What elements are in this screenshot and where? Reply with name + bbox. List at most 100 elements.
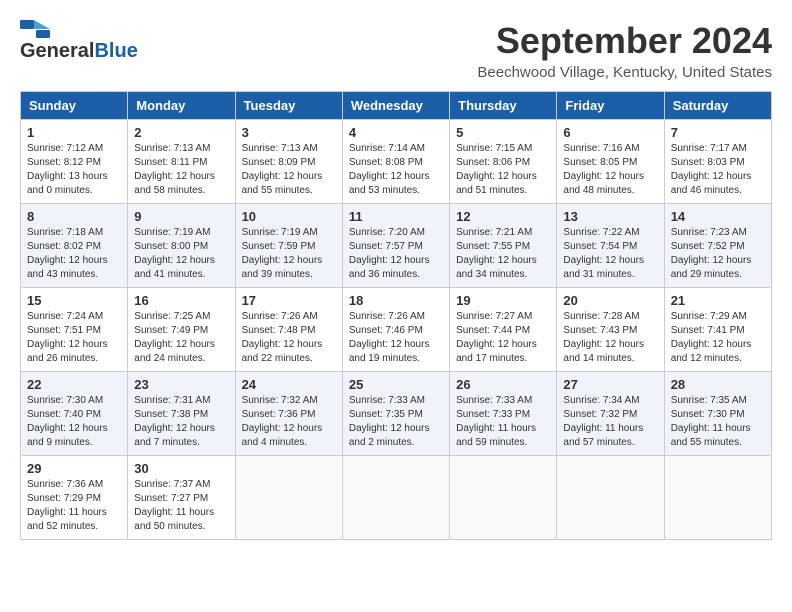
day-info: Sunrise: 7:33 AM Sunset: 7:35 PM Dayligh… xyxy=(349,394,443,450)
calendar-cell: 5 Sunrise: 7:15 AM Sunset: 8:06 PM Daylig… xyxy=(450,120,557,204)
calendar-cell: 23Sunrise: 7:31 AM Sunset: 7:38 PM Dayli… xyxy=(128,372,235,456)
week-row-5: 29Sunrise: 7:36 AM Sunset: 7:29 PM Dayli… xyxy=(21,456,772,540)
calendar-cell: 22 Sunrise: 7:30 AM Sunset: 7:40 PM Dayli… xyxy=(21,372,128,456)
location: Beechwood Village, Kentucky, United Stat… xyxy=(477,64,772,81)
week-row-4: 22 Sunrise: 7:30 AM Sunset: 7:40 PM Dayli… xyxy=(21,372,772,456)
calendar-cell: 12 Sunrise: 7:21 AM Sunset: 7:55 PM Dayli… xyxy=(450,204,557,288)
weekday-header-wednesday: Wednesday xyxy=(342,92,449,120)
calendar-cell: 8 Sunrise: 7:18 AM Sunset: 8:02 PM Daylig… xyxy=(21,204,128,288)
day-number: 11 xyxy=(349,209,443,224)
day-number: 18 xyxy=(349,293,443,308)
day-info: Sunrise: 7:13 AM Sunset: 8:09 PM Dayligh… xyxy=(242,142,336,198)
day-number: 12 xyxy=(456,209,550,224)
day-number: 26 xyxy=(456,377,550,392)
calendar-cell: 15 Sunrise: 7:24 AM Sunset: 7:51 PM Dayli… xyxy=(21,288,128,372)
day-info: Sunrise: 7:26 AM Sunset: 7:46 PM Dayligh… xyxy=(349,310,443,366)
calendar-cell: 24Sunrise: 7:32 AM Sunset: 7:36 PM Dayli… xyxy=(235,372,342,456)
day-info: Sunrise: 7:28 AM Sunset: 7:43 PM Dayligh… xyxy=(563,310,657,366)
day-number: 23 xyxy=(134,377,228,392)
day-info: Sunrise: 7:13 AM Sunset: 8:11 PM Dayligh… xyxy=(134,142,228,198)
day-info: Sunrise: 7:18 AM Sunset: 8:02 PM Dayligh… xyxy=(27,226,121,282)
day-number: 19 xyxy=(456,293,550,308)
calendar-cell: 17 Sunrise: 7:26 AM Sunset: 7:48 PM Dayli… xyxy=(235,288,342,372)
weekday-header-saturday: Saturday xyxy=(664,92,771,120)
day-number: 10 xyxy=(242,209,336,224)
calendar-cell: 27 Sunrise: 7:34 AM Sunset: 7:32 PM Dayli… xyxy=(557,372,664,456)
week-row-2: 8 Sunrise: 7:18 AM Sunset: 8:02 PM Daylig… xyxy=(21,204,772,288)
title-section: September 2024 Beechwood Village, Kentuc… xyxy=(477,20,772,81)
logo-icon xyxy=(20,20,50,38)
day-number: 15 xyxy=(27,293,121,308)
day-number: 30 xyxy=(134,461,228,476)
day-number: 22 xyxy=(27,377,121,392)
day-number: 25 xyxy=(349,377,443,392)
calendar-cell: 10 Sunrise: 7:19 AM Sunset: 7:59 PM Dayli… xyxy=(235,204,342,288)
calendar-cell: 29Sunrise: 7:36 AM Sunset: 7:29 PM Dayli… xyxy=(21,456,128,540)
day-info: Sunrise: 7:35 AM Sunset: 7:30 PM Dayligh… xyxy=(671,394,765,450)
day-info: Sunrise: 7:14 AM Sunset: 8:08 PM Dayligh… xyxy=(349,142,443,198)
calendar-cell: 16 Sunrise: 7:25 AM Sunset: 7:49 PM Dayli… xyxy=(128,288,235,372)
weekday-header-monday: Monday xyxy=(128,92,235,120)
day-info: Sunrise: 7:15 AM Sunset: 8:06 PM Dayligh… xyxy=(456,142,550,198)
day-number: 3 xyxy=(242,125,336,140)
day-info: Sunrise: 7:16 AM Sunset: 8:05 PM Dayligh… xyxy=(563,142,657,198)
day-info: Sunrise: 7:37 AM Sunset: 7:27 PM Dayligh… xyxy=(134,478,228,534)
week-row-3: 15 Sunrise: 7:24 AM Sunset: 7:51 PM Dayli… xyxy=(21,288,772,372)
day-info: Sunrise: 7:26 AM Sunset: 7:48 PM Dayligh… xyxy=(242,310,336,366)
day-number: 20 xyxy=(563,293,657,308)
calendar-cell: 20 Sunrise: 7:28 AM Sunset: 7:43 PM Dayli… xyxy=(557,288,664,372)
day-info: Sunrise: 7:20 AM Sunset: 7:57 PM Dayligh… xyxy=(349,226,443,282)
page-header: General Blue September 2024 Beechwood Vi… xyxy=(20,20,772,81)
day-number: 8 xyxy=(27,209,121,224)
calendar-cell: 26 Sunrise: 7:33 AM Sunset: 7:33 PM Dayli… xyxy=(450,372,557,456)
day-info: Sunrise: 7:21 AM Sunset: 7:55 PM Dayligh… xyxy=(456,226,550,282)
day-number: 27 xyxy=(563,377,657,392)
day-info: Sunrise: 7:30 AM Sunset: 7:40 PM Dayligh… xyxy=(27,394,121,450)
day-number: 6 xyxy=(563,125,657,140)
calendar-cell: 18 Sunrise: 7:26 AM Sunset: 7:46 PM Dayli… xyxy=(342,288,449,372)
calendar-cell: 30 Sunrise: 7:37 AM Sunset: 7:27 PM Dayli… xyxy=(128,456,235,540)
day-info: Sunrise: 7:23 AM Sunset: 7:52 PM Dayligh… xyxy=(671,226,765,282)
day-number: 16 xyxy=(134,293,228,308)
day-number: 17 xyxy=(242,293,336,308)
day-info: Sunrise: 7:19 AM Sunset: 8:00 PM Dayligh… xyxy=(134,226,228,282)
weekday-header-row: SundayMondayTuesdayWednesdayThursdayFrid… xyxy=(21,92,772,120)
logo-general: General xyxy=(20,40,94,63)
day-info: Sunrise: 7:33 AM Sunset: 7:33 PM Dayligh… xyxy=(456,394,550,450)
week-row-1: 1 Sunrise: 7:12 AM Sunset: 8:12 PM Daylig… xyxy=(21,120,772,204)
logo: General Blue xyxy=(20,20,138,63)
calendar-cell: 14 Sunrise: 7:23 AM Sunset: 7:52 PM Dayli… xyxy=(664,204,771,288)
day-number: 5 xyxy=(456,125,550,140)
day-number: 14 xyxy=(671,209,765,224)
day-number: 21 xyxy=(671,293,765,308)
day-info: Sunrise: 7:12 AM Sunset: 8:12 PM Dayligh… xyxy=(27,142,121,198)
month-title: September 2024 xyxy=(477,20,772,62)
calendar-cell: 7Sunrise: 7:17 AM Sunset: 8:03 PM Daylig… xyxy=(664,120,771,204)
day-info: Sunrise: 7:24 AM Sunset: 7:51 PM Dayligh… xyxy=(27,310,121,366)
day-info: Sunrise: 7:29 AM Sunset: 7:41 PM Dayligh… xyxy=(671,310,765,366)
calendar-cell: 21 Sunrise: 7:29 AM Sunset: 7:41 PM Dayli… xyxy=(664,288,771,372)
calendar-cell xyxy=(235,456,342,540)
calendar-cell: 6 Sunrise: 7:16 AM Sunset: 8:05 PM Daylig… xyxy=(557,120,664,204)
calendar-cell xyxy=(342,456,449,540)
day-info: Sunrise: 7:17 AM Sunset: 8:03 PM Dayligh… xyxy=(671,142,765,198)
calendar-cell: 2 Sunrise: 7:13 AM Sunset: 8:11 PM Daylig… xyxy=(128,120,235,204)
day-number: 1 xyxy=(27,125,121,140)
logo-blue: Blue xyxy=(94,40,137,63)
calendar-cell xyxy=(664,456,771,540)
day-number: 4 xyxy=(349,125,443,140)
calendar-table: SundayMondayTuesdayWednesdayThursdayFrid… xyxy=(20,91,772,540)
weekday-header-tuesday: Tuesday xyxy=(235,92,342,120)
day-info: Sunrise: 7:34 AM Sunset: 7:32 PM Dayligh… xyxy=(563,394,657,450)
day-number: 9 xyxy=(134,209,228,224)
day-info: Sunrise: 7:19 AM Sunset: 7:59 PM Dayligh… xyxy=(242,226,336,282)
calendar-cell: 3 Sunrise: 7:13 AM Sunset: 8:09 PM Daylig… xyxy=(235,120,342,204)
day-info: Sunrise: 7:25 AM Sunset: 7:49 PM Dayligh… xyxy=(134,310,228,366)
weekday-header-thursday: Thursday xyxy=(450,92,557,120)
day-number: 13 xyxy=(563,209,657,224)
day-number: 2 xyxy=(134,125,228,140)
calendar-cell: 19Sunrise: 7:27 AM Sunset: 7:44 PM Dayli… xyxy=(450,288,557,372)
day-number: 24 xyxy=(242,377,336,392)
day-info: Sunrise: 7:22 AM Sunset: 7:54 PM Dayligh… xyxy=(563,226,657,282)
day-info: Sunrise: 7:36 AM Sunset: 7:29 PM Dayligh… xyxy=(27,478,121,534)
